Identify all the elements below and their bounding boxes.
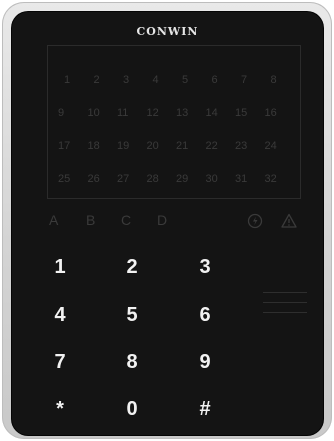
key-9[interactable]: 9: [185, 347, 225, 377]
zone-grid: 1 2 3 4 5 6 7 8 9 10 11 12 13 14 15 16 1…: [58, 64, 294, 196]
zone-indicator: 6: [211, 74, 218, 86]
zone-indicator: 10: [87, 107, 100, 119]
key-3[interactable]: 3: [185, 252, 225, 282]
zone-indicator: 9: [58, 107, 65, 119]
keypad: 1 2 3 4 5 6 7 8 9 * 0 #: [12, 252, 323, 422]
zone-indicator: 23: [235, 140, 248, 152]
status-row: A B C D: [12, 212, 323, 232]
zone-indicator: 5: [182, 74, 189, 86]
zone-indicator-panel: 1 2 3 4 5 6 7 8 9 10 11 12 13 14 15 16 1…: [47, 45, 301, 199]
zone-indicator: 16: [264, 107, 277, 119]
zone-indicator: 18: [87, 140, 100, 152]
zone-indicator: 17: [58, 140, 71, 152]
zone-indicator: 8: [270, 74, 277, 86]
zone-indicator: 21: [176, 140, 189, 152]
zone-indicator: 3: [123, 74, 130, 86]
key-2[interactable]: 2: [112, 252, 152, 282]
zone-indicator: 13: [176, 107, 189, 119]
zone-indicator: 30: [205, 173, 218, 185]
status-letter-d: D: [157, 212, 168, 228]
key-0[interactable]: 0: [112, 394, 152, 424]
zone-indicator: 12: [146, 107, 159, 119]
zone-indicator: 1: [64, 74, 71, 86]
key-7[interactable]: 7: [40, 347, 80, 377]
key-5[interactable]: 5: [112, 300, 152, 330]
zone-indicator: 22: [205, 140, 218, 152]
status-letter-c: C: [121, 212, 132, 228]
zone-indicator: 29: [176, 173, 189, 185]
key-1[interactable]: 1: [40, 252, 80, 282]
zone-indicator: 31: [235, 173, 248, 185]
zone-indicator: 11: [117, 107, 129, 119]
zone-indicator: 20: [146, 140, 159, 152]
zone-indicator: 26: [87, 173, 100, 185]
zone-indicator: 32: [264, 173, 277, 185]
keypad-face: CONWIN 1 2 3 4 5 6 7 8 9 10 11 12 13 14 …: [12, 12, 323, 435]
key-hash[interactable]: #: [185, 394, 225, 424]
zone-indicator: 24: [264, 140, 277, 152]
zone-indicator: 28: [146, 173, 159, 185]
zone-indicator: 19: [117, 140, 130, 152]
key-star[interactable]: *: [40, 394, 80, 424]
keypad-device-shell: CONWIN 1 2 3 4 5 6 7 8 9 10 11 12 13 14 …: [2, 2, 332, 439]
warning-icon: [280, 212, 298, 230]
zone-indicator: 14: [205, 107, 218, 119]
speaker-grille: [263, 292, 307, 322]
power-icon: [246, 212, 264, 230]
zone-indicator: 25: [58, 173, 71, 185]
zone-indicator: 7: [241, 74, 248, 86]
zone-indicator: 4: [152, 74, 159, 86]
zone-indicator: 15: [235, 107, 248, 119]
key-8[interactable]: 8: [112, 347, 152, 377]
brand-logo: CONWIN: [136, 25, 199, 38]
key-4[interactable]: 4: [40, 300, 80, 330]
zone-indicator: 2: [93, 74, 100, 86]
zone-indicator: 27: [117, 173, 130, 185]
status-letter-b: B: [86, 212, 96, 228]
status-letter-a: A: [49, 212, 59, 228]
key-6[interactable]: 6: [185, 300, 225, 330]
